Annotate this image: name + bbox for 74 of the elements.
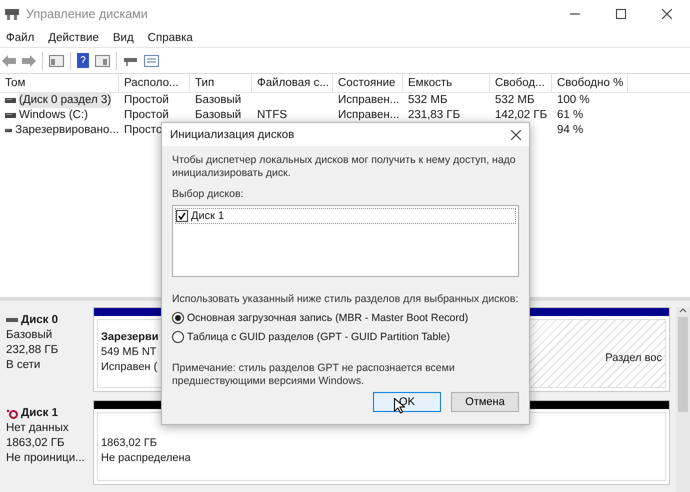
table-cell: 142,02 ГБ — [495, 108, 548, 123]
table-cell: 532 МБ — [408, 93, 448, 108]
table-cell: Базовый — [195, 108, 242, 123]
drive-icon — [5, 113, 16, 118]
dialog-text: Чтобы диспетчер локальных дисков мог получить к нему доступ, надо инициализировать диск. — [172, 154, 517, 180]
partition-name: Зарезерви — [101, 330, 159, 345]
properties-icon[interactable] — [144, 54, 159, 66]
table-cell: 61 % — [557, 108, 584, 123]
maximize-icon[interactable] — [616, 9, 626, 19]
column-header[interactable]: Том — [0, 74, 119, 92]
help-icon[interactable] — [77, 53, 89, 68]
column-header[interactable]: Файловая с... — [252, 74, 333, 92]
disk-management-icon — [4, 7, 20, 21]
ok-button[interactable]: OK — [373, 392, 441, 412]
partition-info: 1863,02 ГБ — [101, 436, 157, 451]
note-text: Примечание: стиль разделов GPT не распознается всеми предшествующими версиями Windows. — [172, 362, 456, 388]
table-cell: NTFS — [257, 108, 288, 123]
list-label: Выбор дисков: — [172, 188, 244, 201]
menu-item[interactable]: Действие — [48, 32, 99, 44]
radio-button[interactable] — [172, 312, 184, 324]
table-cell: (Диск 0 раздел 3) — [19, 93, 112, 108]
scroll-up-icon[interactable] — [679, 307, 687, 313]
table-cell: 231,83 ГБ — [408, 108, 460, 123]
radio-label[interactable]: Таблица с GUID разделов (GPT - GUID Partition Table) — [187, 330, 450, 342]
drive-icon — [5, 98, 16, 103]
table-cell: Простой — [124, 93, 169, 108]
drive-icon — [5, 128, 12, 133]
disk-info: В сети — [6, 358, 42, 373]
table-cell: 532 МБ — [495, 93, 535, 108]
menu-item[interactable]: Справка — [148, 32, 193, 44]
table-cell: Windows (C:) — [19, 108, 88, 123]
partition-info: Исправен ( — [101, 360, 158, 375]
disk-info: Не проиници... — [6, 451, 86, 466]
cancel-button[interactable]: Отмена — [451, 392, 519, 412]
panel-icon[interactable] — [95, 54, 110, 66]
close-icon[interactable] — [662, 9, 672, 19]
close-icon[interactable] — [511, 130, 521, 140]
partition-info: 549 МБ NT — [101, 345, 157, 360]
column-header[interactable]: Состояние — [333, 74, 403, 92]
dialog-title: Инициализация дисков — [170, 128, 294, 140]
menu-item[interactable]: Вид — [112, 32, 134, 44]
radio-button[interactable] — [172, 330, 184, 342]
window-title: Управление дисками — [26, 7, 148, 21]
table-cell: Зарезервировано... — [15, 123, 119, 138]
column-header[interactable]: Свобод... — [490, 74, 552, 92]
radio-label[interactable]: Основная загрузочная запись (MBR - Master Boot Record) — [187, 312, 468, 324]
column-header[interactable]: Емкость — [403, 74, 490, 92]
column-header[interactable]: Располо... — [119, 74, 190, 92]
checkbox[interactable] — [176, 210, 188, 222]
column-header[interactable]: Свободно % — [552, 74, 628, 92]
disk-name: Диск 0 — [21, 313, 58, 328]
table-cell: 94 % — [557, 123, 584, 138]
disk-name: Диск 1 — [21, 406, 58, 421]
partition-info: Раздел вос — [605, 351, 662, 366]
disk-info: Нет данных — [6, 421, 70, 436]
table-cell: 100 % — [557, 93, 590, 108]
console-tree-icon[interactable] — [49, 54, 64, 66]
menu-item[interactable]: Файл — [6, 32, 34, 44]
disk-info: 1863,02 ГБ — [6, 436, 66, 451]
disk-info: 232,88 ГБ — [6, 343, 60, 358]
style-label: Использовать указанный ниже стиль разделов для выбранных дисков: — [172, 293, 519, 306]
back-arrow-icon[interactable] — [2, 54, 16, 66]
column-header[interactable]: Тип — [190, 74, 252, 92]
table-cell: Базовый — [195, 93, 242, 108]
scrollbar[interactable] — [676, 307, 690, 492]
partition-info: Не распределена — [101, 451, 191, 466]
disk-info: Базовый — [6, 328, 54, 343]
table-cell: Исправен... — [338, 108, 400, 123]
error-icon — [6, 408, 18, 418]
table-cell: Исправен... — [338, 93, 400, 108]
list-item[interactable]: Диск 1 — [191, 210, 224, 222]
forward-arrow-icon[interactable] — [22, 54, 36, 66]
table-cell: Простой — [124, 108, 169, 123]
table-cell: Просто — [124, 123, 162, 138]
